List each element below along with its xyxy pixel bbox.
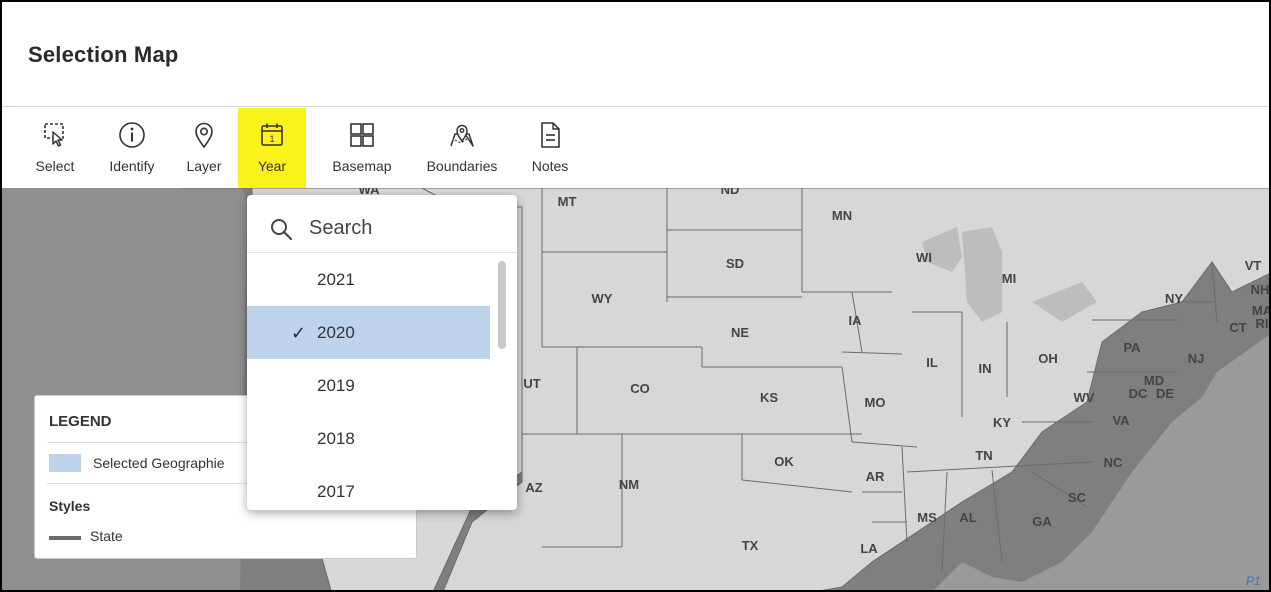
search-icon (271, 219, 293, 241)
state-label: MT (558, 194, 577, 209)
year-option[interactable]: 2018 (247, 412, 490, 465)
legend-divider (47, 483, 257, 484)
state-label: IN (979, 361, 992, 376)
year-option-label: 2017 (317, 482, 355, 501)
map-boundaries-icon (450, 124, 474, 147)
state-label: ND (721, 188, 740, 197)
year-tool-label: Year (257, 158, 287, 174)
state-label: NJ (1188, 351, 1205, 366)
checkmark-icon: ✓ (291, 323, 307, 343)
year-list: 2021 ✓ 2020 2019 2018 2017 (247, 253, 517, 510)
state-label: GA (1032, 514, 1052, 529)
state-label: CT (1229, 320, 1246, 335)
layer-tool-button[interactable]: Layer (178, 108, 230, 188)
legend-title: LEGEND (49, 413, 112, 430)
calendar-day: 1 (269, 134, 274, 144)
notes-tool-button[interactable]: Notes (522, 108, 578, 188)
state-label: MS (917, 510, 937, 525)
state-label: MO (865, 395, 886, 410)
year-dropdown: 2021 ✓ 2020 2019 2018 2017 (247, 195, 517, 510)
year-option[interactable]: 2019 (247, 359, 490, 412)
state-label: SC (1068, 490, 1087, 505)
state-label: PA (1123, 340, 1141, 355)
styles-title: Styles (49, 498, 91, 514)
year-tool-button[interactable]: 1 Year (238, 108, 306, 188)
state-label: KY (993, 415, 1011, 430)
header: Selection Map (2, 2, 1269, 107)
year-option-label: 2019 (317, 376, 355, 395)
toolbar: Select Identify Layer 1 Year Basemap Bou… (2, 108, 1269, 188)
selected-geographies-label: Selected Geographie (93, 455, 225, 471)
state-label: WV (1074, 390, 1095, 405)
state-label: OK (774, 454, 794, 469)
state-label: SD (726, 256, 744, 271)
year-option-label: 2021 (317, 270, 355, 289)
corner-label: P1 (1246, 574, 1261, 588)
state-label: AL (959, 510, 976, 525)
state-label: MN (832, 208, 852, 223)
year-option-selected[interactable]: ✓ 2020 (247, 306, 490, 359)
year-list-scrollbar[interactable] (498, 261, 506, 349)
state-label: NM (619, 477, 639, 492)
state-label: NH (1251, 282, 1270, 297)
state-label: NE (731, 325, 749, 340)
state-label: LA (860, 541, 878, 556)
state-label: DE (1156, 386, 1174, 401)
state-label: AZ (525, 480, 542, 495)
selected-geographies-swatch (49, 454, 81, 472)
select-tool-button[interactable]: Select (24, 108, 86, 188)
select-area-icon (44, 123, 64, 147)
boundaries-tool-label: Boundaries (426, 158, 498, 174)
state-label: KS (760, 390, 778, 405)
note-icon (541, 122, 560, 148)
year-search-box (247, 195, 517, 253)
map-pin-icon (195, 122, 213, 149)
identify-tool-button[interactable]: Identify (98, 108, 166, 188)
basemap-tool-button[interactable]: Basemap (322, 108, 402, 188)
state-label: RI (1256, 316, 1269, 331)
state-label: TN (975, 448, 992, 463)
state-label: AR (866, 469, 885, 484)
grid-icon (350, 123, 374, 147)
year-option-label: 2018 (317, 429, 355, 448)
state-label: MI (1002, 271, 1016, 286)
year-option-label: 2020 (317, 323, 355, 342)
state-label: VA (1112, 413, 1130, 428)
state-label: IA (849, 313, 863, 328)
basemap-tool-label: Basemap (332, 158, 392, 174)
state-label: NC (1104, 455, 1123, 470)
app-frame: Selection Map Select Identify Layer 1 Ye… (0, 0, 1271, 592)
year-search-input[interactable] (309, 213, 489, 243)
state-label: NY (1165, 291, 1183, 306)
state-style-label: State (90, 528, 123, 544)
state-label: WI (916, 250, 932, 265)
calendar-icon: 1 (261, 123, 283, 146)
state-label: UT (523, 376, 540, 391)
select-tool-label: Select (35, 158, 75, 174)
state-label: IL (926, 355, 938, 370)
boundaries-tool-button[interactable]: Boundaries (412, 108, 512, 188)
legend-divider (47, 442, 257, 443)
layer-tool-label: Layer (186, 158, 222, 174)
notes-tool-label: Notes (531, 158, 569, 174)
info-icon (119, 122, 145, 148)
state-label: VT (1245, 258, 1262, 273)
state-line-swatch (49, 536, 81, 540)
state-label: DC (1129, 386, 1148, 401)
year-option[interactable]: 2021 (247, 253, 490, 306)
state-label: WY (592, 291, 613, 306)
state-label: OH (1038, 351, 1058, 366)
identify-tool-label: Identify (109, 158, 155, 174)
year-option[interactable]: 2017 (247, 465, 490, 510)
state-label: CO (630, 381, 650, 396)
page-title: Selection Map (28, 42, 179, 67)
state-label: TX (742, 538, 759, 553)
